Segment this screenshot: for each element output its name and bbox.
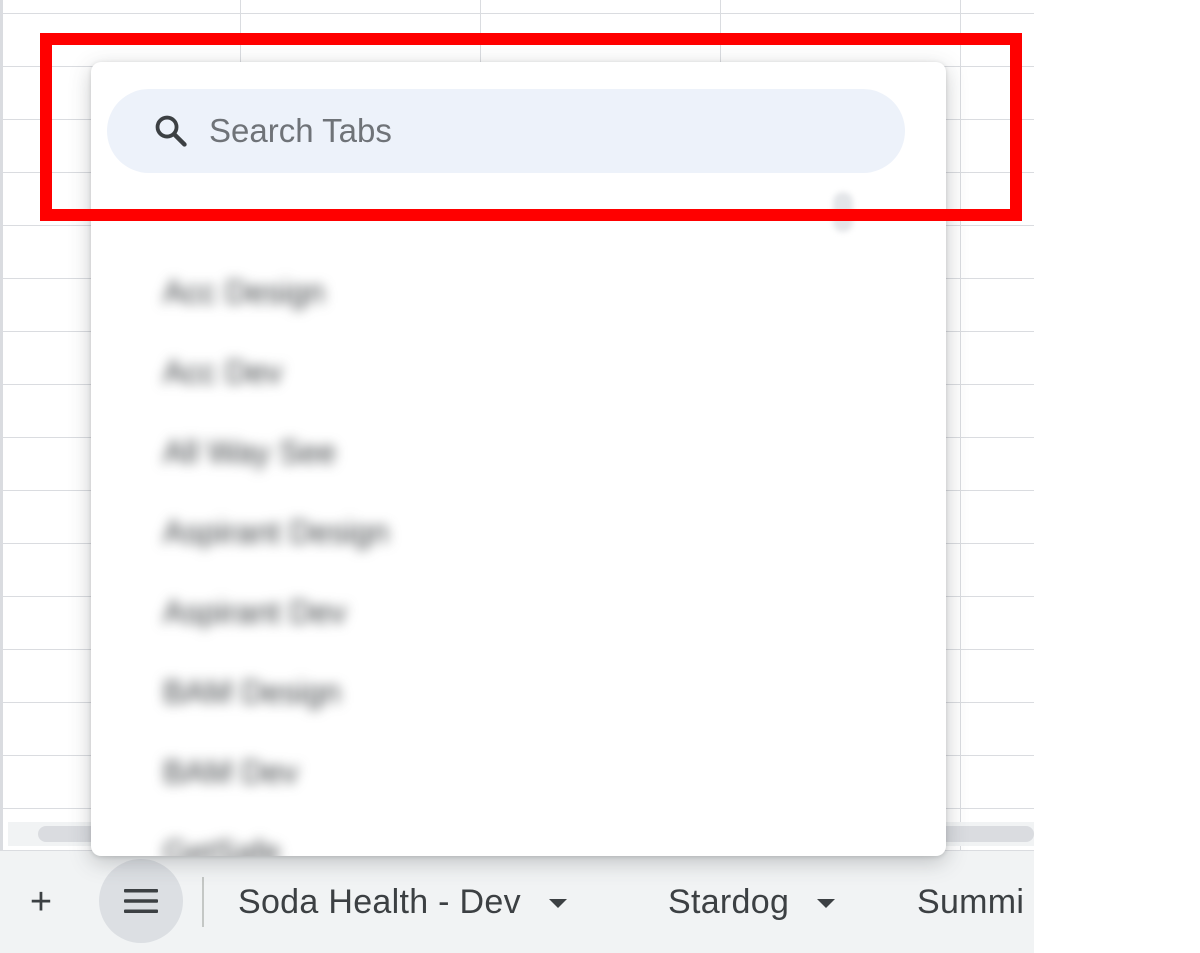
- list-item[interactable]: Acc Dev: [163, 342, 282, 402]
- sheet-tab-label: Summi: [917, 882, 1025, 921]
- list-item[interactable]: GetSafe: [163, 822, 280, 857]
- sheet-tab-summi[interactable]: Summi: [917, 871, 1024, 933]
- sheet-tab-stardog[interactable]: Stardog: [668, 871, 836, 933]
- menu-icon: [124, 889, 158, 913]
- list-item[interactable]: All Way See: [163, 422, 336, 482]
- list-item[interactable]: BAM Design: [163, 662, 341, 722]
- caret-down-icon[interactable]: [817, 898, 836, 908]
- list-item[interactable]: Aspirant Dev: [163, 582, 346, 642]
- list-item[interactable]: BAM Dev: [163, 742, 298, 802]
- list-item[interactable]: Acc Design: [163, 262, 325, 322]
- sheet-tab-label: Soda Health - Dev: [238, 882, 521, 921]
- sheet-tab-label: Stardog: [668, 882, 790, 921]
- all-sheets-menu: Acc Design Acc Dev All Way See Aspirant …: [91, 62, 946, 856]
- sheet-tab-soda-health-dev[interactable]: Soda Health - Dev: [238, 871, 567, 933]
- grid-edge: [0, 0, 3, 850]
- list-item[interactable]: Aspirant Design: [163, 502, 389, 562]
- search-tabs-input[interactable]: [207, 111, 851, 151]
- menu-scrollbar[interactable]: [833, 192, 853, 232]
- add-sheet-button[interactable]: +: [18, 879, 64, 925]
- all-sheets-button[interactable]: [99, 859, 183, 943]
- plus-icon: +: [29, 880, 53, 923]
- search-tabs-box[interactable]: [107, 89, 905, 173]
- caret-down-icon[interactable]: [548, 898, 567, 908]
- sheet-tab-bar: + Soda Health - Dev Stardog Summi: [0, 850, 1034, 953]
- spreadsheet-window: + Soda Health - Dev Stardog Summi Search…: [0, 0, 1200, 953]
- tab-divider: [202, 877, 204, 927]
- search-icon: [151, 111, 191, 151]
